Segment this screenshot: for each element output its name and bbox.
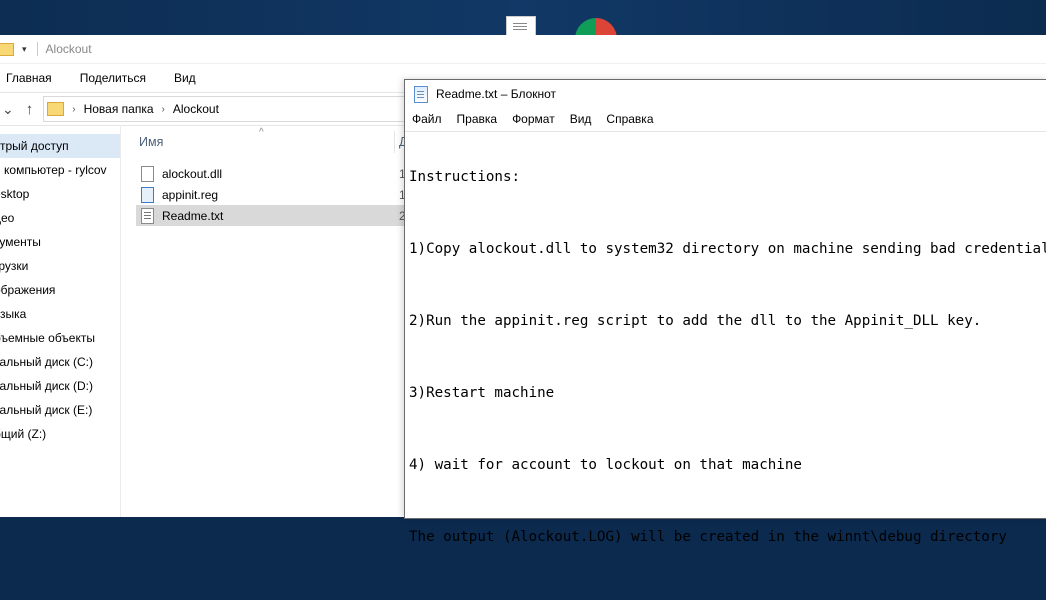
document-text: Instructions: 1)Copy alockout.dll to sys…: [409, 132, 1046, 600]
nav-item-drive-z[interactable]: бщий (Z:): [0, 422, 120, 446]
dll-file-icon: [141, 165, 154, 182]
folder-icon: [47, 102, 65, 116]
nav-item-music[interactable]: узыка: [0, 302, 120, 326]
nav-item-desktop[interactable]: esktop: [0, 182, 120, 206]
file-row[interactable]: alockout.dll 1: [136, 163, 406, 184]
menu-format[interactable]: Формат: [512, 112, 555, 126]
file-name: appinit.reg: [162, 187, 219, 202]
menu-edit[interactable]: Правка: [457, 112, 498, 126]
nav-item-pictures[interactable]: ображения: [0, 278, 120, 302]
chevron-right-icon[interactable]: ›: [162, 104, 165, 115]
nav-item-quick-access[interactable]: стрый доступ: [0, 134, 120, 158]
tab-view[interactable]: Вид: [174, 71, 196, 85]
desktop-background: [0, 0, 1046, 52]
text-line: The output (Alockout.LOG) will be create…: [409, 529, 1007, 545]
menu-file[interactable]: Файл: [412, 112, 442, 126]
up-arrow-icon[interactable]: ↑: [26, 101, 34, 118]
title-separator: [36, 42, 38, 56]
nav-item-drive-e[interactable]: кальный диск (E:): [0, 398, 120, 422]
nav-item-network[interactable]: ь: [0, 446, 120, 470]
text-line: 3)Restart machine: [409, 385, 555, 401]
nav-item-documents[interactable]: кументы: [0, 230, 120, 254]
menu-view[interactable]: Вид: [570, 112, 592, 126]
notepad-text-area[interactable]: Instructions: 1)Copy alockout.dll to sys…: [405, 131, 1046, 545]
breadcrumb-item[interactable]: Новая папка: [84, 102, 154, 116]
folder-icon: [0, 42, 14, 56]
tab-home[interactable]: Главная: [6, 71, 52, 85]
file-list: alockout.dll 1 appinit.reg 1 Readme.txt …: [136, 163, 406, 226]
desktop-document-icon[interactable]: [506, 16, 536, 36]
notepad-title: Readme.txt – Блокнот: [436, 87, 557, 101]
column-header-name[interactable]: Имя: [139, 135, 163, 149]
notepad-titlebar[interactable]: Readme.txt – Блокнот: [405, 80, 1046, 108]
explorer-titlebar: ▾ Alockout: [0, 35, 1046, 64]
nav-item-this-pc[interactable]: й компьютер - rylcov: [0, 158, 120, 182]
address-bar[interactable]: › Новая папка › Alockout: [43, 96, 406, 122]
menu-help[interactable]: Справка: [606, 112, 653, 126]
notepad-window: Readme.txt – Блокнот Файл Правка Формат …: [404, 79, 1046, 545]
explorer-title: Alockout: [45, 42, 92, 56]
text-line: 4) wait for account to lockout on that m…: [409, 457, 802, 473]
text-line: 2)Run the appinit.reg script to add the …: [409, 313, 982, 329]
nav-item-video[interactable]: део: [0, 206, 120, 230]
tab-share[interactable]: Поделиться: [80, 71, 146, 85]
file-row[interactable]: Readme.txt 2: [136, 205, 406, 226]
file-name: alockout.dll: [162, 166, 223, 181]
nav-item-downloads[interactable]: грузки: [0, 254, 120, 278]
column-divider[interactable]: [394, 131, 395, 153]
quick-access-dropdown-icon[interactable]: ▾: [22, 44, 27, 55]
chevron-right-icon[interactable]: ›: [72, 104, 75, 115]
registry-file-icon: [141, 186, 154, 203]
file-list-pane: ^ Имя Д alockout.dll 1 appinit.reg 1 Rea…: [121, 125, 407, 517]
file-name: Readme.txt: [162, 208, 224, 223]
navigation-pane: стрый доступ й компьютер - rylcov esktop…: [0, 125, 121, 517]
text-line: 1)Copy alockout.dll to system32 director…: [409, 241, 1046, 257]
recent-dropdown-icon[interactable]: ⌄: [2, 101, 14, 118]
sort-ascending-icon: ^: [259, 127, 264, 138]
notepad-icon: [414, 85, 428, 103]
breadcrumb-item[interactable]: Alockout: [173, 102, 219, 116]
text-file-icon: [141, 207, 154, 224]
nav-item-drive-c[interactable]: кальный диск (C:): [0, 350, 120, 374]
file-row[interactable]: appinit.reg 1: [136, 184, 406, 205]
nav-item-3d-objects[interactable]: бъемные объекты: [0, 326, 120, 350]
text-line: Instructions:: [409, 169, 521, 185]
nav-item-drive-d[interactable]: кальный диск (D:): [0, 374, 120, 398]
notepad-menubar: Файл Правка Формат Вид Справка: [405, 108, 1046, 130]
